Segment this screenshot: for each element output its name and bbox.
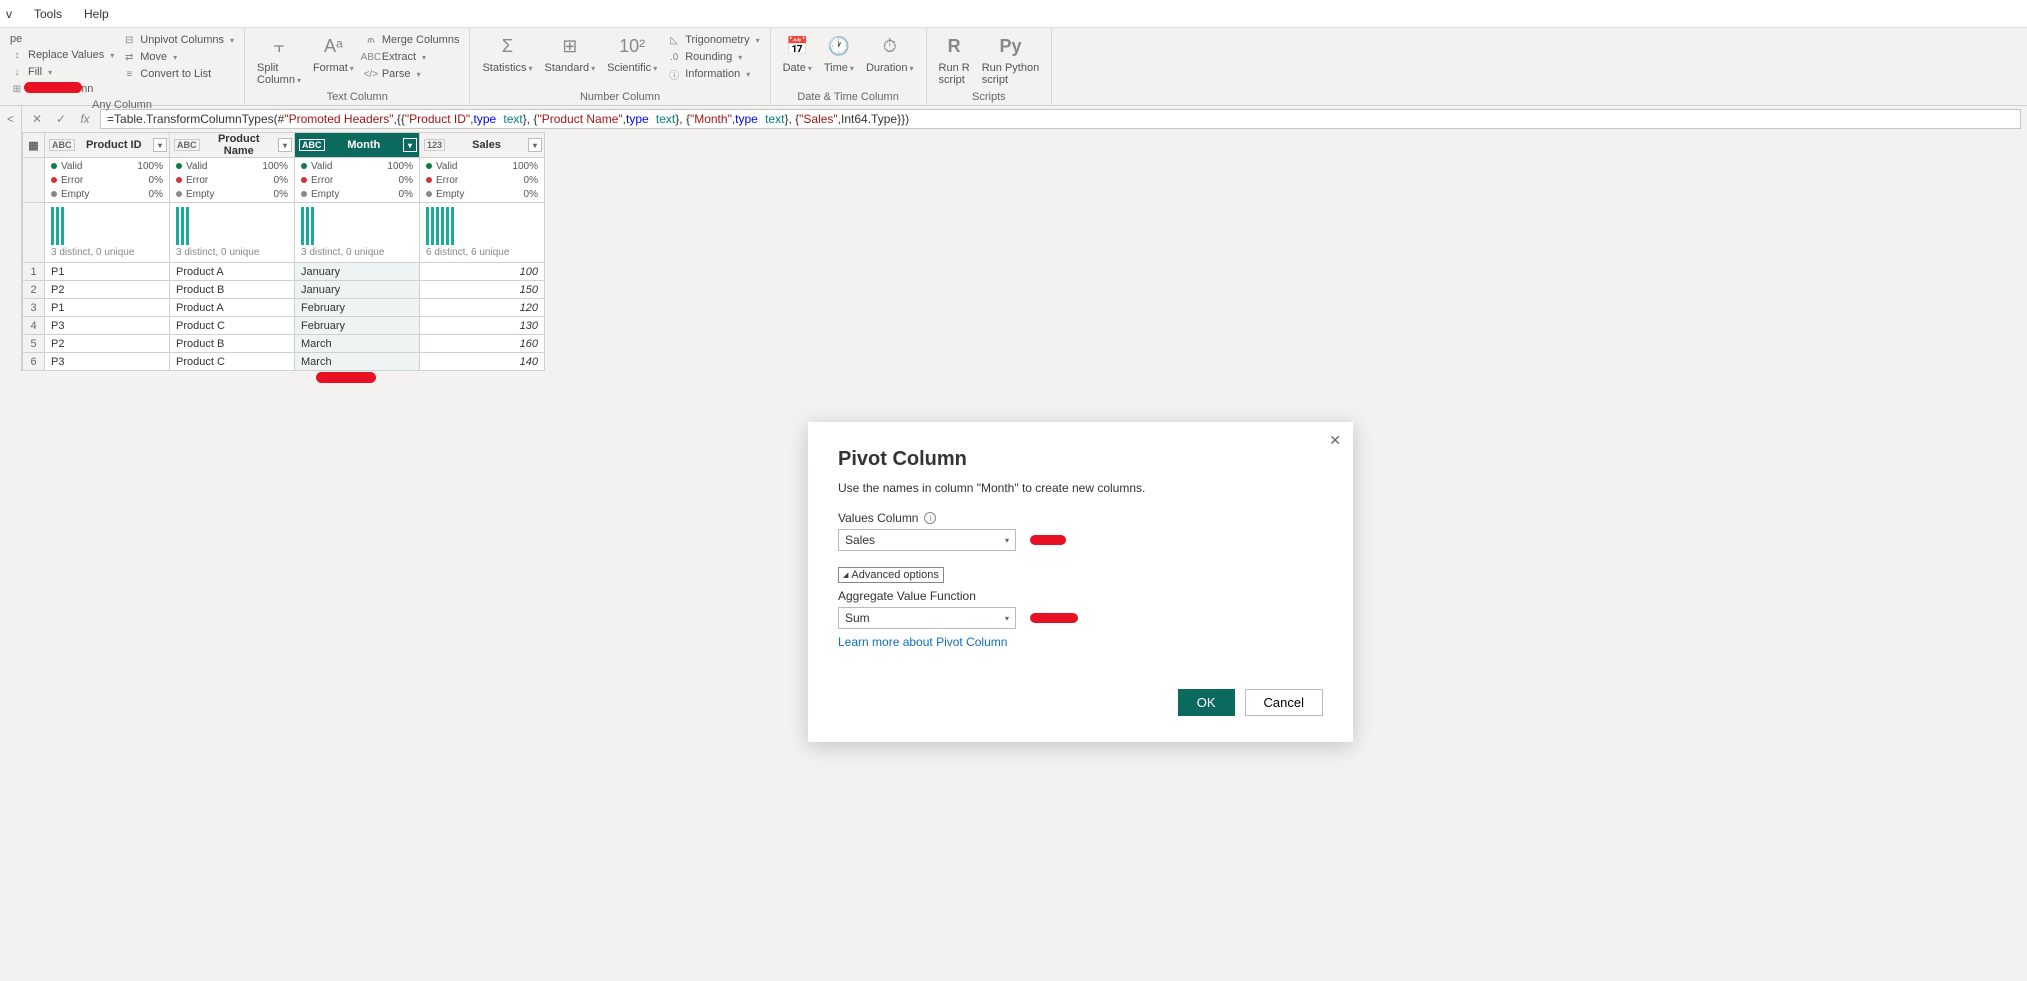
close-icon[interactable]: ✕ [1329, 432, 1341, 449]
annotation-redact [1030, 535, 1066, 545]
learn-more-link[interactable]: Learn more about Pivot Column [838, 635, 1007, 649]
formula-commit-icon[interactable]: ✓ [52, 110, 70, 128]
trigonometry-button[interactable]: ◺Trigonometry [665, 32, 761, 48]
left-gutter [0, 132, 22, 371]
ribbon-group-title: Date & Time Column [779, 89, 918, 103]
table-row[interactable]: 4P3Product CFebruary130 [23, 317, 545, 335]
filter-icon[interactable]: ▾ [278, 138, 292, 152]
ribbon-group-scripts: RRun Rscript PyRun Pythonscript Scripts [927, 28, 1053, 105]
data-grid: ▦ ABCProduct ID▾ ABCProduct Name▾ ABCMon… [22, 132, 545, 371]
formula-bar: ✕ ✓ fx = Table.TransformColumnTypes (# "… [22, 106, 2027, 132]
aggregate-function-label: Aggregate Value Function [838, 589, 1323, 603]
merge-columns-button[interactable]: ⫙Merge Columns [362, 32, 462, 48]
column-header-month[interactable]: ABCMonth▾ [295, 133, 420, 158]
run-python-script-button[interactable]: PyRun Pythonscript [978, 32, 1043, 86]
header-row: ▦ ABCProduct ID▾ ABCProduct Name▾ ABCMon… [23, 133, 545, 158]
information-button[interactable]: ⓘInformation [665, 66, 761, 82]
tab-tools[interactable]: Tools [34, 7, 62, 21]
column-header-product-name[interactable]: ABCProduct Name▾ [170, 133, 295, 158]
quality-row: Valid100%Error0%Empty0% Valid100%Error0%… [23, 158, 545, 203]
annotation-redact [316, 372, 376, 383]
run-r-script-button[interactable]: RRun Rscript [935, 32, 974, 86]
cancel-button[interactable]: Cancel [1245, 689, 1323, 716]
tab-view-trunc[interactable]: v [6, 7, 12, 21]
ok-button[interactable]: OK [1178, 689, 1235, 716]
parse-button[interactable]: </>Parse [362, 66, 462, 82]
type-icon[interactable]: ABC [299, 139, 325, 151]
table-row[interactable]: 5P2Product BMarch160 [23, 335, 545, 353]
fill-button[interactable]: ↓Fill [8, 64, 116, 80]
split-column-button[interactable]: ⫟SplitColumn [253, 32, 305, 86]
formula-fx-icon[interactable]: fx [76, 110, 94, 128]
formula-row: < ✕ ✓ fx = Table.TransformColumnTypes (#… [0, 106, 2027, 132]
table-row[interactable]: 3P1Product AFebruary120 [23, 299, 545, 317]
time-button[interactable]: 🕐Time [820, 32, 858, 74]
table-row[interactable]: 6P3Product CMarch140 [23, 353, 545, 371]
formula-cancel-icon[interactable]: ✕ [28, 110, 46, 128]
convert-to-list-button[interactable]: ≡Convert to List [120, 66, 236, 82]
column-header-sales[interactable]: 123Sales▾ [420, 133, 545, 158]
dialog-title: Pivot Column [838, 448, 1323, 471]
values-column-label: Values Column i [838, 511, 1323, 525]
tab-help[interactable]: Help [84, 7, 109, 21]
data-type-trunc[interactable]: pe [8, 32, 116, 46]
filter-icon[interactable]: ▾ [153, 138, 167, 152]
extract-button[interactable]: ABCExtract [362, 49, 462, 65]
standard-button[interactable]: ⊞Standard [540, 32, 599, 74]
annotation-redact [1030, 613, 1078, 623]
ribbon: pe ↕Replace Values ↓Fill ⊞Pivot Column ⊟… [0, 28, 2027, 106]
type-icon[interactable]: ABC [49, 139, 75, 151]
info-icon[interactable]: i [924, 512, 936, 524]
date-button[interactable]: 📅Date [779, 32, 816, 74]
replace-values-button[interactable]: ↕Replace Values [8, 47, 116, 63]
table-corner[interactable]: ▦ [23, 133, 45, 158]
aggregate-function-dropdown[interactable]: Sum▾ [838, 607, 1016, 629]
pivot-column-dialog: ✕ Pivot Column Use the names in column "… [808, 422, 1353, 742]
dialog-description: Use the names in column "Month" to creat… [838, 481, 1323, 495]
filter-icon[interactable]: ▾ [403, 138, 417, 152]
advanced-options-toggle[interactable]: Advanced options [838, 567, 944, 583]
filter-icon[interactable]: ▾ [528, 138, 542, 152]
annotation-redact [24, 82, 82, 93]
menubar: v Tools Help [0, 0, 2027, 28]
ribbon-group-title: Number Column [478, 89, 761, 103]
values-column-dropdown[interactable]: Sales▾ [838, 529, 1016, 551]
rounding-button[interactable]: .0Rounding [665, 49, 761, 65]
ribbon-group-title: Scripts [935, 89, 1044, 103]
type-icon[interactable]: ABC [174, 139, 200, 151]
distribution-row: 3 distinct, 0 unique 3 distinct, 0 uniqu… [23, 203, 545, 263]
table-row[interactable]: 1P1Product AJanuary100 [23, 263, 545, 281]
ribbon-group-title: Any Column [8, 97, 236, 111]
ribbon-group-any-column: pe ↕Replace Values ↓Fill ⊞Pivot Column ⊟… [0, 28, 245, 105]
move-button[interactable]: ⇄Move [120, 49, 236, 65]
unpivot-columns-button[interactable]: ⊟Unpivot Columns [120, 32, 236, 48]
ribbon-group-text-column: ⫟SplitColumn AᵃFormat ⫙Merge Columns ABC… [245, 28, 470, 105]
scientific-button[interactable]: 10²Scientific [603, 32, 661, 74]
ribbon-group-title: Text Column [253, 89, 461, 103]
type-icon[interactable]: 123 [424, 139, 445, 151]
duration-button[interactable]: ⏱Duration [862, 32, 918, 74]
work-area: ▦ ABCProduct ID▾ ABCProduct Name▾ ABCMon… [0, 132, 2027, 371]
ribbon-group-date-time: 📅Date 🕐Time ⏱Duration Date & Time Column [771, 28, 927, 105]
format-button[interactable]: AᵃFormat [309, 32, 358, 74]
column-header-product-id[interactable]: ABCProduct ID▾ [45, 133, 170, 158]
statistics-button[interactable]: ΣStatistics [478, 32, 536, 74]
ribbon-group-number-column: ΣStatistics ⊞Standard 10²Scientific ◺Tri… [470, 28, 770, 105]
formula-input[interactable]: = Table.TransformColumnTypes (# "Promote… [100, 109, 2021, 129]
table-row[interactable]: 2P2Product BJanuary150 [23, 281, 545, 299]
